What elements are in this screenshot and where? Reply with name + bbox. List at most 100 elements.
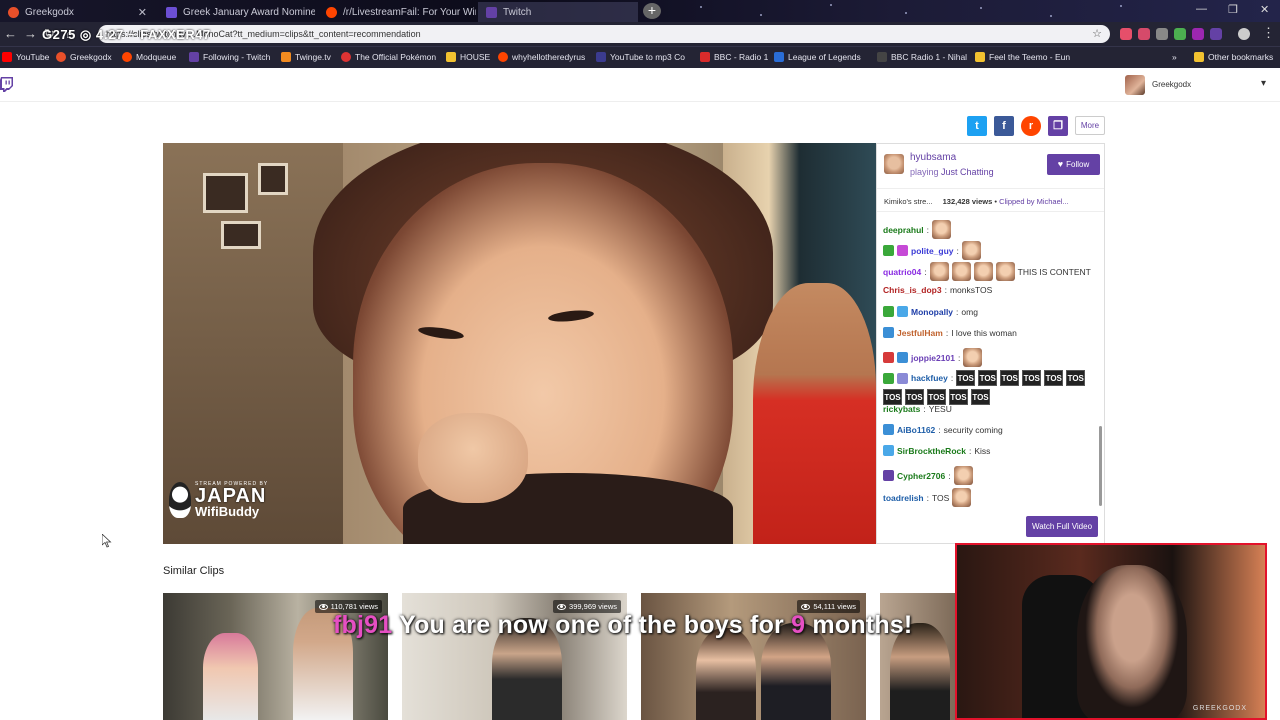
- chat-username[interactable]: rickybats: [883, 404, 920, 414]
- bookmark-whyhello[interactable]: whyhellotheredyrus: [498, 52, 585, 62]
- chat-username[interactable]: SirBrocktheRock: [897, 446, 966, 456]
- chat-badge-icon[interactable]: [883, 352, 894, 363]
- bookmark-bbc-radio1[interactable]: BBC - Radio 1: [700, 52, 768, 62]
- tos-emote-icon[interactable]: TOS: [949, 389, 968, 405]
- tos-emote-icon[interactable]: TOS: [1044, 370, 1064, 386]
- chat-username[interactable]: Cypher2706: [897, 471, 945, 481]
- new-tab-button[interactable]: +: [643, 3, 661, 19]
- chat-badge-icon[interactable]: [883, 306, 894, 317]
- chat-scrollbar[interactable]: [1099, 426, 1102, 506]
- url-input[interactable]: https://clips.twitch.tv/...MonoCat?tt_me…: [98, 25, 1110, 43]
- chat-emote-icon[interactable]: [973, 262, 993, 281]
- copy-icon: ❐: [1053, 120, 1063, 132]
- tos-emote-icon[interactable]: TOS: [927, 389, 946, 405]
- tos-emote-icon[interactable]: TOS: [905, 389, 924, 405]
- reddit-share-button[interactable]: r: [1021, 116, 1041, 136]
- extension-icon[interactable]: [1138, 28, 1150, 40]
- channel-name-link[interactable]: hyubsama: [910, 152, 956, 163]
- tos-emote-icon[interactable]: TOS: [883, 389, 902, 405]
- chevron-down-icon[interactable]: ▾: [1261, 78, 1266, 89]
- chat-badge-icon[interactable]: [897, 352, 908, 363]
- bookmark-star-icon[interactable]: ☆: [1092, 25, 1102, 43]
- minimize-icon[interactable]: —: [1196, 3, 1207, 15]
- chat-emote-icon[interactable]: [961, 241, 981, 260]
- header-username[interactable]: Greekgodx: [1152, 80, 1191, 89]
- close-window-icon[interactable]: ✕: [1260, 3, 1269, 16]
- chat-username[interactable]: toadrelish: [883, 493, 924, 503]
- extension-icon[interactable]: [1156, 28, 1168, 40]
- chat-badge-icon[interactable]: [897, 306, 908, 317]
- chat-username[interactable]: AiBo1162: [897, 425, 935, 435]
- chat-badge-icon[interactable]: [883, 470, 894, 481]
- tab-greekgodx[interactable]: Greekgodx ✕: [0, 2, 155, 22]
- chat-emote-icon[interactable]: [952, 488, 972, 507]
- chat-badge-icon[interactable]: [883, 424, 894, 435]
- tos-emote-icon[interactable]: TOS: [971, 389, 990, 405]
- other-bookmarks[interactable]: Other bookmarks: [1194, 52, 1273, 62]
- tos-emote-icon[interactable]: TOS: [978, 370, 998, 386]
- tos-emote-icon[interactable]: TOS: [956, 370, 976, 386]
- more-bookmarks-button[interactable]: »: [1172, 52, 1177, 62]
- close-icon[interactable]: ✕: [138, 6, 147, 19]
- chat-badge-icon[interactable]: [883, 327, 894, 338]
- chat-username[interactable]: joppie2101: [911, 353, 955, 363]
- bookmark-pokemon[interactable]: The Official Pokémon: [341, 52, 436, 62]
- bookmark-bbc-nihal[interactable]: BBC Radio 1 - Nihal: [877, 52, 967, 62]
- chat-badge-icon[interactable]: [883, 245, 894, 256]
- bookmark-greekgodx[interactable]: Greekgodx: [56, 52, 112, 62]
- tab-livestreamfail[interactable]: /r/LivestreamFail: For Your Win... ✕: [318, 2, 476, 22]
- channel-avatar[interactable]: [884, 154, 904, 174]
- chat-badge-icon[interactable]: [897, 372, 908, 384]
- chat-badge-icon[interactable]: [897, 245, 908, 256]
- tab-twitch[interactable]: Twitch: [478, 2, 638, 22]
- twitch-logo-icon[interactable]: [0, 77, 13, 92]
- chat-username[interactable]: deeprahul: [883, 225, 924, 235]
- tos-emote-icon[interactable]: TOS: [1066, 370, 1086, 386]
- chat-username[interactable]: Chris_is_dop3: [883, 285, 942, 295]
- extension-icon[interactable]: [1120, 28, 1132, 40]
- bookmark-modqueue[interactable]: Modqueue: [122, 52, 176, 62]
- tab-award-nominees[interactable]: Greek January Award Nominees ✕: [158, 2, 315, 22]
- chat-emote-icon[interactable]: [932, 220, 951, 239]
- bookmark-house[interactable]: HOUSE: [446, 52, 490, 62]
- chat-username[interactable]: Monopally: [911, 307, 953, 317]
- watch-full-video-button[interactable]: Watch Full Video: [1026, 516, 1098, 537]
- bookmark-league[interactable]: League of Legends: [774, 52, 861, 62]
- facebook-share-button[interactable]: f: [994, 116, 1014, 136]
- menu-dots-icon[interactable]: ⋮: [1262, 25, 1275, 41]
- profile-icon[interactable]: [1238, 28, 1250, 40]
- bookmark-youtube[interactable]: YouTube: [2, 52, 49, 62]
- extension-icon[interactable]: [1210, 28, 1222, 40]
- chat-badge-icon[interactable]: [883, 445, 894, 456]
- chat-emote-icon[interactable]: [953, 466, 973, 485]
- bookmark-twinge[interactable]: Twinge.tv: [281, 52, 331, 62]
- tos-emote-icon[interactable]: TOS: [1000, 370, 1020, 386]
- folder-icon: [446, 52, 456, 62]
- chat-username[interactable]: quatrio04: [883, 267, 921, 277]
- clipped-by[interactable]: Clipped by Michael...: [999, 197, 1069, 206]
- extension-icon[interactable]: [1174, 28, 1186, 40]
- chat-username[interactable]: polite_guy: [911, 246, 954, 256]
- chat-badge-icon[interactable]: [883, 372, 894, 384]
- chat-emote-icon[interactable]: [995, 262, 1015, 281]
- back-arrow-icon[interactable]: ←: [4, 26, 17, 41]
- tos-emote-icon[interactable]: TOS: [1022, 370, 1042, 386]
- follow-button[interactable]: ♥ Follow: [1047, 154, 1100, 175]
- clip-video-player[interactable]: STREAM POWERED BY JAPAN WifiBuddy: [163, 143, 876, 544]
- copy-link-button[interactable]: ❐: [1048, 116, 1068, 136]
- chat-emote-icon[interactable]: [951, 262, 971, 281]
- avatar[interactable]: [1125, 75, 1145, 95]
- forward-arrow-icon[interactable]: →: [24, 26, 37, 41]
- maximize-icon[interactable]: ❐: [1228, 3, 1238, 16]
- chat-username[interactable]: JestfulHam: [897, 328, 943, 338]
- bookmark-teemo[interactable]: Feel the Teemo - Eun: [975, 52, 1070, 62]
- bookmark-youtube-mp3[interactable]: YouTube to mp3 Co: [596, 52, 685, 62]
- twitter-share-button[interactable]: t: [967, 116, 987, 136]
- extension-icon[interactable]: [1192, 28, 1204, 40]
- chat-emote-icon[interactable]: [963, 348, 983, 367]
- bookmark-following-twitch[interactable]: Following - Twitch: [189, 52, 270, 62]
- more-share-button[interactable]: More: [1075, 116, 1105, 135]
- game-link[interactable]: Just Chatting: [941, 167, 994, 177]
- chat-username[interactable]: hackfuey: [911, 373, 948, 383]
- chat-emote-icon[interactable]: [929, 262, 949, 281]
